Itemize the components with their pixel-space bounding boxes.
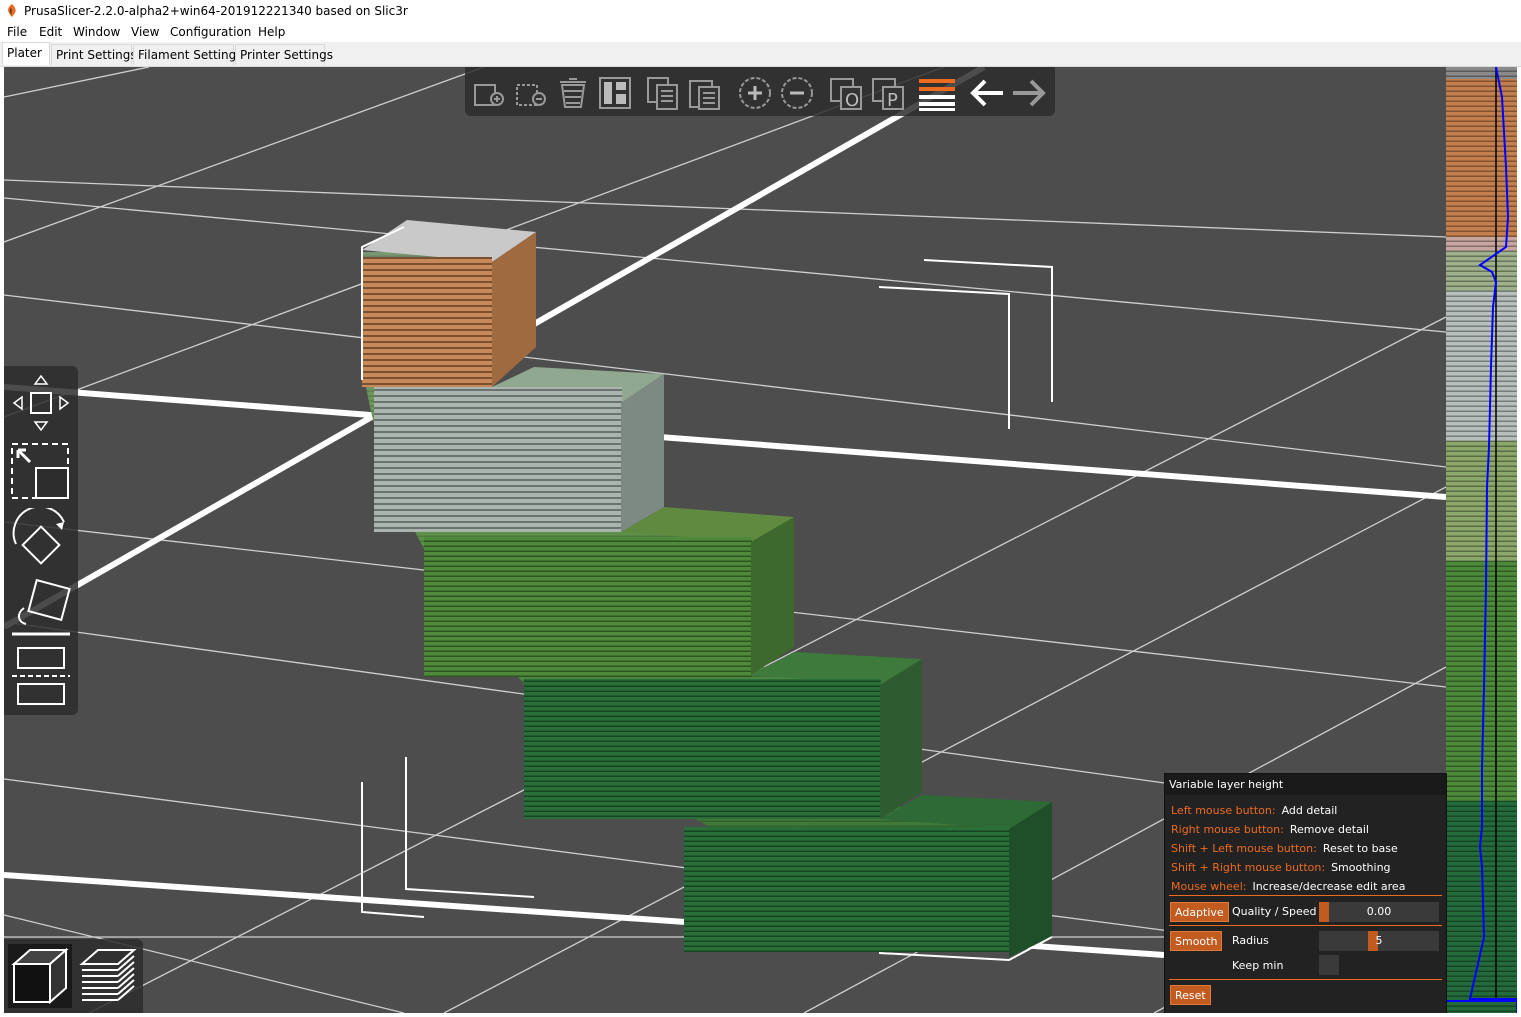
hint-value: Increase/decrease edit area: [1252, 880, 1406, 893]
tab-plater[interactable]: Plater: [2, 42, 50, 65]
keep-min-checkbox[interactable]: [1319, 955, 1339, 975]
split-parts-icon[interactable]: P: [871, 75, 907, 111]
layer-height-profile[interactable]: [1446, 67, 1517, 1013]
hint-key: Mouse wheel:: [1171, 880, 1247, 893]
delete-all-icon[interactable]: [555, 75, 591, 111]
hint-row: Right mouse button: Remove detail: [1171, 823, 1369, 836]
hint-value: Smoothing: [1331, 861, 1391, 874]
preview-icon[interactable]: [76, 944, 140, 1008]
undo-icon[interactable]: [969, 75, 1005, 111]
place-on-face-icon[interactable]: [10, 578, 72, 640]
divider: [1169, 895, 1442, 896]
panel-title: Variable layer height: [1165, 774, 1446, 795]
tab-print-settings[interactable]: Print Settings: [51, 44, 137, 65]
svg-text:O: O: [845, 90, 859, 111]
hint-key: Shift + Right mouse button:: [1171, 861, 1326, 874]
top-toolbar: O P: [465, 67, 1055, 116]
arrange-icon[interactable]: [597, 75, 633, 111]
menu-configuration[interactable]: Configuration: [170, 25, 251, 39]
view-toggle: [4, 939, 143, 1013]
tab-filament-settings[interactable]: Filament Settings: [133, 44, 242, 65]
adaptive-button[interactable]: Adaptive: [1170, 902, 1229, 922]
hint-value: Add detail: [1281, 804, 1338, 817]
radius-label: Radius: [1232, 934, 1269, 947]
hint-row: Shift + Left mouse button: Reset to base: [1171, 842, 1398, 855]
hint-key: Shift + Left mouse button:: [1171, 842, 1317, 855]
app-icon: [8, 4, 16, 17]
quality-slider[interactable]: 0.00: [1319, 902, 1439, 922]
split-objects-icon[interactable]: O: [829, 75, 865, 111]
divider: [1169, 979, 1442, 980]
hint-row: Mouse wheel: Increase/decrease edit area: [1171, 880, 1405, 893]
variable-layer-height-panel: Variable layer height Left mouse button:…: [1164, 773, 1447, 1013]
radius-slider[interactable]: 5: [1319, 931, 1439, 951]
add-icon[interactable]: [471, 75, 507, 111]
layer-profile-chart: [1446, 67, 1517, 1013]
copy-icon[interactable]: [645, 75, 681, 111]
title-bar: PrusaSlicer-2.2.0-alpha2+win64-201912221…: [0, 0, 1521, 22]
menu-bar: File Edit Window View Configuration Help: [0, 22, 1521, 42]
layers-editing-icon[interactable]: [919, 75, 955, 111]
left-toolbar: [4, 366, 78, 715]
window-title: PrusaSlicer-2.2.0-alpha2+win64-201912221…: [24, 4, 408, 18]
rotate-icon[interactable]: [10, 508, 72, 570]
3d-viewport[interactable]: O P Variable layer height Left mouse but…: [4, 67, 1517, 1013]
scale-icon[interactable]: [10, 440, 72, 502]
divider: [1169, 925, 1442, 926]
cut-icon[interactable]: [10, 646, 72, 708]
tab-printer-settings[interactable]: Printer Settings: [235, 44, 333, 65]
menu-view[interactable]: View: [131, 25, 159, 39]
menu-help[interactable]: Help: [258, 25, 285, 39]
tab-strip: Plater Print Settings Filament Settings …: [0, 42, 1521, 67]
menu-window[interactable]: Window: [73, 25, 120, 39]
hint-key: Left mouse button:: [1171, 804, 1276, 817]
remove-instance-icon[interactable]: [779, 75, 815, 111]
move-icon[interactable]: [10, 372, 72, 434]
paste-icon[interactable]: [687, 75, 723, 111]
object-model: [362, 220, 1052, 957]
3d-view-icon[interactable]: [8, 944, 72, 1008]
reset-button[interactable]: Reset: [1170, 985, 1211, 1005]
menu-file[interactable]: File: [7, 25, 27, 39]
add-instance-icon[interactable]: [737, 75, 773, 111]
hint-value: Remove detail: [1289, 823, 1369, 836]
radius-value: 5: [1375, 934, 1383, 947]
quality-value: 0.00: [1366, 905, 1392, 918]
menu-edit[interactable]: Edit: [39, 25, 62, 39]
smooth-button[interactable]: Smooth: [1170, 931, 1223, 951]
hint-key: Right mouse button:: [1171, 823, 1284, 836]
keep-min-label: Keep min: [1232, 959, 1284, 972]
hint-value: Reset to base: [1322, 842, 1398, 855]
svg-text:P: P: [887, 90, 898, 111]
delete-icon[interactable]: [513, 75, 549, 111]
redo-icon[interactable]: [1011, 75, 1047, 111]
hint-row: Shift + Right mouse button: Smoothing: [1171, 861, 1391, 874]
hint-row: Left mouse button: Add detail: [1171, 804, 1337, 817]
quality-label: Quality / Speed: [1232, 905, 1317, 918]
